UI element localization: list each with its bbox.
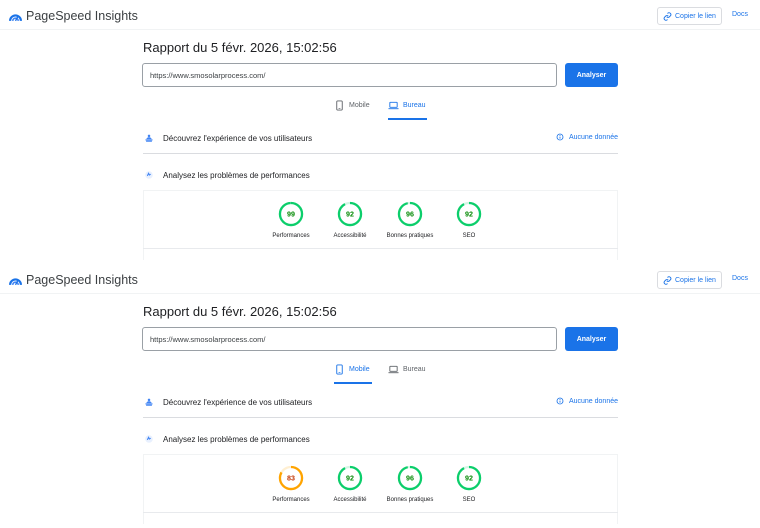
score-label: SEO [462, 497, 476, 503]
link-icon [663, 275, 672, 285]
laptop-icon [388, 101, 399, 110]
top-bar: PageSpeed Insights Copier le lien Docs [0, 0, 760, 30]
score-gauge-performances[interactable]: 83 Performances [261, 465, 321, 503]
active-tab-indicator [334, 382, 372, 384]
diagnose-section: Analysez les problèmes de performances [143, 165, 618, 185]
tab-mobile-label: Mobile [349, 102, 370, 109]
score-gauge-accessibilité[interactable]: 92 Accessibilité [320, 201, 380, 239]
score-gauge-ring: 92 [337, 465, 363, 491]
score-gauge-ring: 99 [278, 201, 304, 227]
logo[interactable]: PageSpeed Insights [9, 270, 138, 290]
info-icon [556, 133, 564, 141]
analyze-button[interactable]: Analyser [565, 63, 618, 87]
score-gauge-ring: 96 [397, 465, 423, 491]
score-value: 96 [406, 474, 414, 482]
scores-divider [143, 248, 618, 249]
score-value: 92 [346, 474, 354, 482]
score-gauge-ring: 83 [278, 465, 304, 491]
tab-desktop-label: Bureau [403, 366, 426, 373]
score-gauge-seo[interactable]: 92 SEO [439, 201, 499, 239]
copy-link-button[interactable]: Copier le lien [657, 271, 722, 289]
score-label: Accessibilité [333, 233, 367, 239]
user-experience-section: Découvrez l'expérience de vos utilisateu… [143, 392, 618, 412]
logo[interactable]: PageSpeed Insights [9, 6, 138, 26]
report-panel-2: PageSpeed Insights Copier le lien Docs R… [0, 264, 760, 528]
link-icon [663, 11, 672, 21]
score-value: 92 [346, 210, 354, 218]
score-value: 99 [287, 210, 295, 218]
tab-mobile-label: Mobile [349, 366, 370, 373]
copy-link-label: Copier le lien [675, 12, 716, 20]
score-label: Bonnes pratiques [386, 233, 434, 239]
url-input[interactable] [142, 327, 557, 351]
score-label: Accessibilité [333, 497, 367, 503]
user-experience-label: Découvrez l'expérience de vos utilisateu… [163, 397, 313, 407]
report-title: Rapport du 5 févr. 2026, 15:02:56 [143, 40, 337, 55]
top-bar: PageSpeed Insights Copier le lien Docs [0, 264, 760, 294]
score-gauge-performances[interactable]: 99 Performances [261, 201, 321, 239]
score-gauge-accessibilité[interactable]: 92 Accessibilité [320, 465, 380, 503]
tab-desktop[interactable]: Bureau [388, 98, 427, 120]
no-data-label: Aucune donnée [568, 397, 618, 405]
pagespeed-logo-icon [9, 274, 22, 287]
score-gauge-bonnes-pratiques[interactable]: 96 Bonnes pratiques [380, 201, 440, 239]
active-tab-indicator [388, 118, 427, 120]
device-tabs: Mobile Bureau [0, 98, 760, 120]
tab-mobile[interactable]: Mobile [334, 362, 372, 384]
score-gauge-seo[interactable]: 92 SEO [439, 465, 499, 503]
score-label: SEO [462, 233, 476, 239]
score-gauge-ring: 96 [397, 201, 423, 227]
copy-link-label: Copier le lien [675, 276, 716, 284]
score-gauge-ring: 92 [456, 201, 482, 227]
report-panel-1: PageSpeed Insights Copier le lien Docs R… [0, 0, 760, 264]
info-icon [556, 397, 564, 405]
phone-icon [336, 364, 343, 375]
score-label: Bonnes pratiques [386, 497, 434, 503]
laptop-icon [388, 365, 399, 374]
users-icon [145, 398, 153, 406]
tab-desktop[interactable]: Bureau [388, 362, 427, 384]
score-label: Performances [272, 233, 310, 239]
score-value: 96 [406, 210, 414, 218]
device-tabs: Mobile Bureau [0, 362, 760, 384]
scores-divider [143, 512, 618, 513]
docs-link[interactable]: Docs [732, 275, 748, 282]
docs-link[interactable]: Docs [732, 11, 748, 18]
analyze-button[interactable]: Analyser [565, 327, 618, 351]
score-gauge-bonnes-pratiques[interactable]: 96 Bonnes pratiques [380, 465, 440, 503]
copy-link-button[interactable]: Copier le lien [657, 7, 722, 25]
users-icon [145, 134, 153, 142]
no-data-link[interactable]: Aucune donnée [556, 397, 618, 405]
user-experience-section: Découvrez l'expérience de vos utilisateu… [143, 128, 618, 148]
phone-icon [336, 100, 343, 111]
url-input[interactable] [142, 63, 557, 87]
diagnose-section: Analysez les problèmes de performances [143, 429, 618, 449]
score-gauge-ring: 92 [337, 201, 363, 227]
app-title: PageSpeed Insights [26, 9, 138, 23]
no-data-link[interactable]: Aucune donnée [556, 133, 618, 141]
diagnose-icon [145, 171, 153, 179]
tab-desktop-label: Bureau [403, 102, 426, 109]
diagnose-label: Analysez les problèmes de performances [163, 170, 310, 180]
pagespeed-logo-icon [9, 10, 22, 23]
section-divider [143, 417, 618, 418]
no-data-label: Aucune donnée [568, 133, 618, 141]
score-value: 92 [465, 474, 473, 482]
diagnose-label: Analysez les problèmes de performances [163, 434, 310, 444]
report-title: Rapport du 5 févr. 2026, 15:02:56 [143, 304, 337, 319]
tab-mobile[interactable]: Mobile [334, 98, 372, 120]
user-experience-label: Découvrez l'expérience de vos utilisateu… [163, 133, 313, 143]
section-divider [143, 153, 618, 154]
score-value: 92 [465, 210, 473, 218]
app-title: PageSpeed Insights [26, 273, 138, 287]
score-gauge-ring: 92 [456, 465, 482, 491]
diagnose-icon [145, 435, 153, 443]
score-label: Performances [272, 497, 310, 503]
score-value: 83 [287, 474, 295, 482]
